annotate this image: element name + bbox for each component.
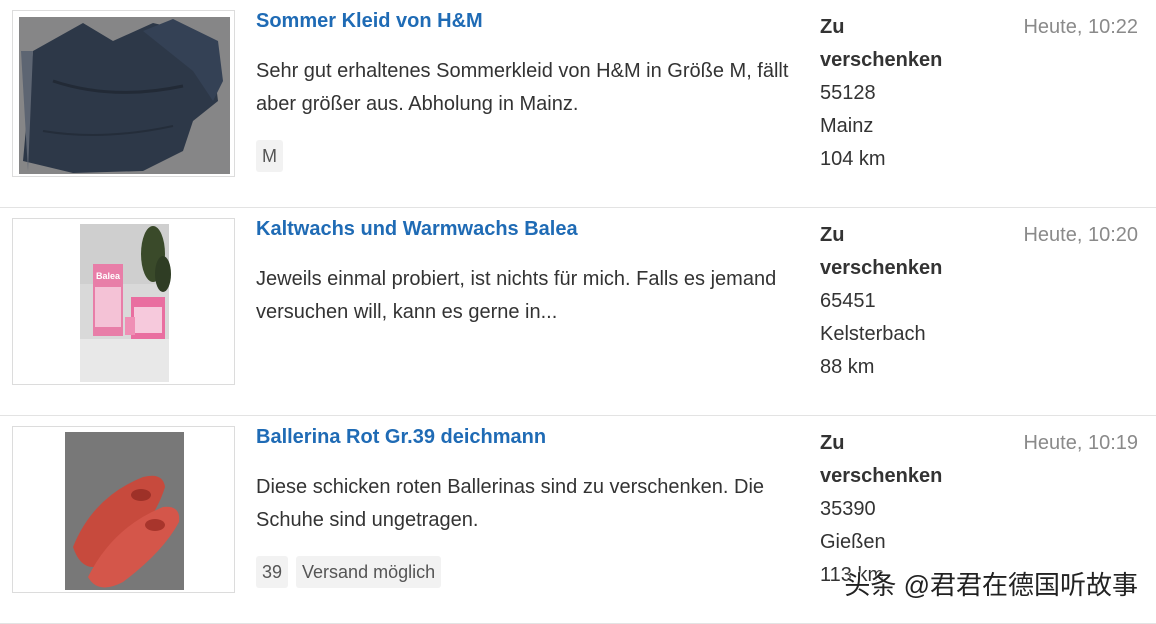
city: Kelsterbach [820, 323, 926, 345]
distance: 88 km [820, 356, 875, 378]
listing-tags: 39 Versand möglich [256, 556, 442, 588]
listing-date: Heute, 10:22 [1023, 16, 1138, 38]
wax-product-photo: Balea [80, 224, 171, 382]
dress-photo [19, 17, 230, 174]
listing-image[interactable] [12, 426, 235, 593]
listing-description: Jeweils einmal probiert, ist nichts für … [256, 268, 777, 323]
listing-image[interactable] [12, 10, 235, 177]
listing-image[interactable]: Balea [12, 218, 235, 385]
price-label: Zu verschenken [820, 16, 943, 71]
distance: 104 km [820, 148, 886, 170]
city: Mainz [820, 115, 874, 137]
listing-item[interactable]: Balea Kaltwachs und Warmwachs Balea Jewe… [0, 208, 1156, 416]
listing-meta: Zu verschenken 55128 Mainz 104 km [820, 11, 1000, 176]
listing-meta: Zu verschenken 65451 Kelsterbach 88 km [820, 219, 1000, 384]
price-label: Zu verschenken [820, 224, 943, 279]
tag-size: 39 [256, 556, 289, 588]
tag-shipping: Versand möglich [296, 556, 442, 588]
price-label: Zu verschenken [820, 432, 943, 487]
listing-tags: M [256, 140, 283, 172]
listing-title[interactable]: Kaltwachs und Warmwachs Balea [256, 218, 578, 241]
zip-code: 55128 [820, 82, 876, 104]
ballerina-photo [65, 432, 184, 590]
tag-size: M [256, 140, 283, 172]
listing-title[interactable]: Sommer Kleid von H&M [256, 10, 483, 33]
city: Gießen [820, 531, 886, 553]
watermark-text: 头条 @君君在德国听故事 [844, 570, 1138, 600]
listing-date: Heute, 10:19 [1023, 432, 1138, 454]
listing-description: Sehr gut erhaltenes Sommerkleid von H&M … [256, 60, 789, 115]
listing-item[interactable]: Sommer Kleid von H&M Sehr gut erhaltenes… [0, 0, 1156, 208]
zip-code: 35390 [820, 498, 876, 520]
product-brand-text: Balea [96, 271, 121, 281]
zip-code: 65451 [820, 290, 876, 312]
listing-description: Diese schicken roten Ballerinas sind zu … [256, 476, 765, 531]
listing-date: Heute, 10:20 [1023, 224, 1138, 246]
listing-title[interactable]: Ballerina Rot Gr.39 deichmann [256, 426, 546, 449]
